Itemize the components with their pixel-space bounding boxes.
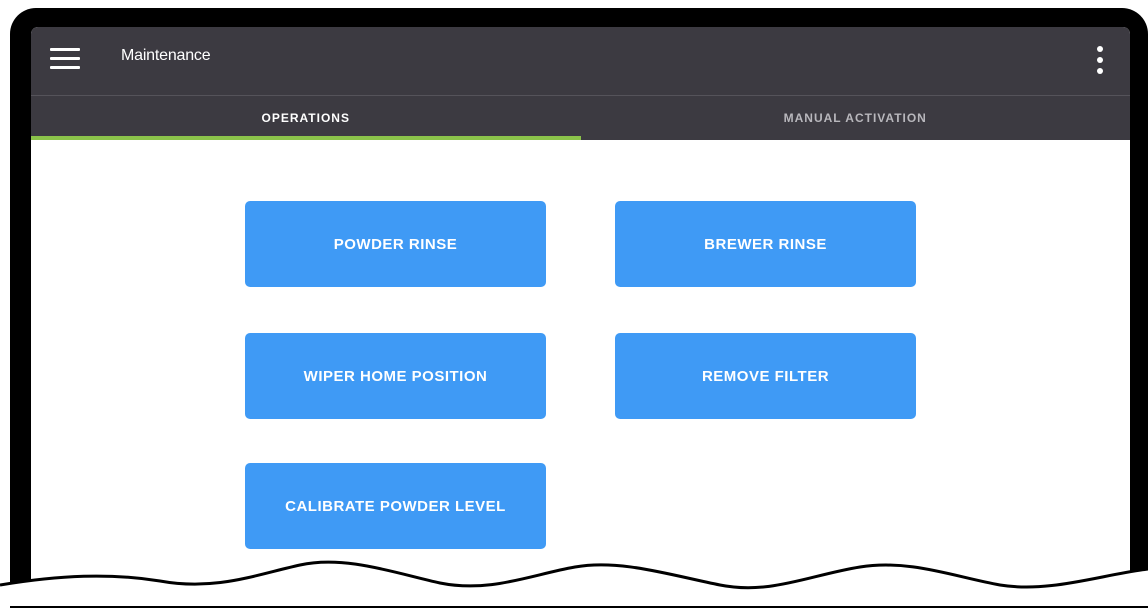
brewer-rinse-button[interactable]: BREWER RINSE [615,201,916,287]
powder-rinse-button[interactable]: POWDER RINSE [245,201,546,287]
app-bar: Maintenance [31,27,1130,95]
hamburger-menu-icon[interactable] [50,48,80,70]
more-vert-icon[interactable] [1096,46,1104,76]
torn-edge-decoration [0,560,1148,606]
tab-operations[interactable]: OPERATIONS [31,96,581,140]
app-screen: Maintenance OPERATIONS MANUAL ACTIVATION… [31,27,1130,606]
tab-bar: OPERATIONS MANUAL ACTIVATION [31,95,1130,140]
remove-filter-button[interactable]: REMOVE FILTER [615,333,916,419]
active-tab-indicator [31,136,581,140]
tab-manual-activation-label: MANUAL ACTIVATION [783,111,927,125]
tab-manual-activation[interactable]: MANUAL ACTIVATION [581,96,1131,140]
page-title: Maintenance [121,47,211,64]
wiper-home-position-button[interactable]: WIPER HOME POSITION [245,333,546,419]
tab-operations-label: OPERATIONS [261,111,350,125]
calibrate-powder-level-button[interactable]: CALIBRATE POWDER LEVEL [245,463,546,549]
